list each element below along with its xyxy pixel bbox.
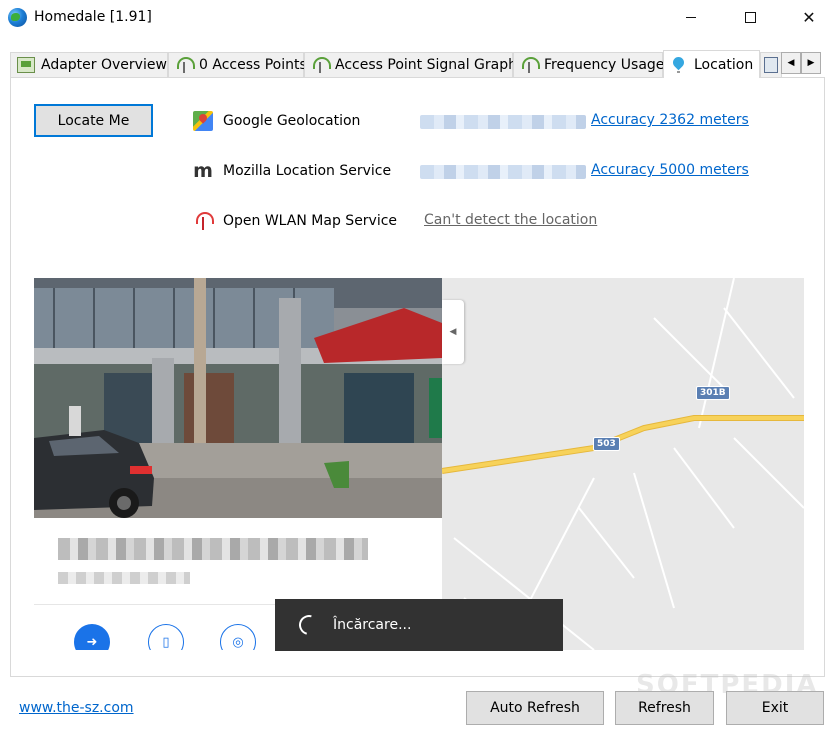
bookmark-icon: ▯ — [162, 634, 170, 650]
title-bar: Homedale [1.91] ✕ — [0, 0, 839, 36]
maximize-button[interactable] — [727, 0, 773, 34]
service-label: Mozilla Location Service — [223, 163, 392, 179]
close-icon: ✕ — [802, 7, 816, 27]
tab-scroll-right-button[interactable]: ▶ — [801, 52, 821, 74]
tab-frequency-usage[interactable]: Frequency Usage — [513, 52, 665, 77]
auto-refresh-button[interactable]: Auto Refresh — [466, 691, 604, 725]
tab-signal-graph[interactable]: Access Point Signal Graph — [304, 52, 517, 77]
service-openwlanmap: Open WLAN Map Service — [193, 210, 397, 232]
location-pin-icon — [670, 57, 688, 73]
website-link[interactable]: www.the-sz.com — [19, 700, 134, 716]
nearby-button[interactable]: ◎ — [220, 624, 256, 650]
loading-toast: Încărcare... — [275, 599, 563, 651]
tab-label: Location — [694, 56, 754, 73]
nearby-pin-icon: ◎ — [232, 634, 244, 650]
close-button[interactable]: ✕ — [786, 0, 832, 34]
tab-location[interactable]: Location — [663, 50, 760, 78]
maximize-icon — [744, 11, 756, 23]
redacted-address — [58, 538, 368, 560]
accuracy-link-google[interactable]: Accuracy 2362 meters — [591, 112, 749, 128]
save-button[interactable]: ▯ — [148, 624, 184, 650]
tab-overflow[interactable] — [760, 52, 782, 77]
spinner-icon — [295, 611, 323, 639]
accuracy-link-mozilla[interactable]: Accuracy 5000 meters — [591, 162, 749, 178]
window-title: Homedale [1.91] — [34, 9, 152, 25]
locate-me-button[interactable]: Locate Me — [34, 104, 153, 137]
tab-label: Access Point Signal Graph — [335, 57, 517, 73]
tab-scroll-left-button[interactable]: ◀ — [781, 52, 801, 74]
map-view[interactable]: 301B 503 ➜ ▯ ◎ ◀ — [34, 278, 804, 650]
minimize-button[interactable] — [668, 0, 714, 34]
redacted-coordinates — [420, 165, 586, 179]
tab-label: Frequency Usage — [544, 57, 665, 73]
refresh-button[interactable]: Refresh — [615, 691, 714, 725]
arrow-right-icon: ▶ — [807, 58, 815, 68]
road-label: 301B — [696, 386, 730, 400]
location-status-link[interactable]: Can't detect the location — [424, 212, 597, 228]
redacted-coordinates — [420, 115, 586, 129]
antenna-icon — [520, 57, 540, 73]
redacted-subtitle — [58, 572, 190, 584]
chevron-left-icon: ◀ — [449, 327, 457, 337]
place-card: ➜ ▯ ◎ — [34, 278, 442, 650]
service-label: Google Geolocation — [223, 113, 361, 129]
tab-adapter-overview[interactable]: Adapter Overview — [10, 52, 168, 77]
tab-partial-icon — [764, 57, 778, 73]
tab-bar: Adapter Overview 0 Access Points Access … — [10, 50, 830, 78]
antenna-icon — [311, 57, 331, 73]
street-view-photo[interactable] — [34, 278, 442, 518]
directions-icon: ➜ — [86, 634, 98, 650]
minimize-icon — [686, 16, 696, 18]
google-maps-icon — [193, 111, 213, 131]
adapter-icon — [17, 57, 35, 73]
exit-button[interactable]: Exit — [726, 691, 824, 725]
tab-label: 0 Access Points — [199, 57, 307, 73]
collapse-card-button[interactable]: ◀ — [442, 300, 464, 364]
loading-text: Încărcare... — [333, 617, 412, 633]
service-mozilla: m Mozilla Location Service — [193, 160, 391, 182]
directions-button[interactable]: ➜ — [74, 624, 110, 650]
arrow-left-icon: ◀ — [787, 58, 795, 68]
red-antenna-icon — [193, 211, 214, 231]
road-label: 503 — [593, 437, 620, 451]
tab-access-points[interactable]: 0 Access Points — [168, 52, 307, 77]
location-panel: Locate Me Google Geolocation Accuracy 23… — [10, 77, 825, 677]
street-view-image — [34, 278, 442, 518]
antenna-icon — [175, 57, 195, 73]
service-label: Open WLAN Map Service — [223, 213, 398, 229]
tab-label: Adapter Overview — [41, 57, 167, 73]
globe-icon — [8, 8, 27, 27]
mozilla-icon: m — [193, 160, 213, 182]
service-google: Google Geolocation — [193, 110, 360, 132]
